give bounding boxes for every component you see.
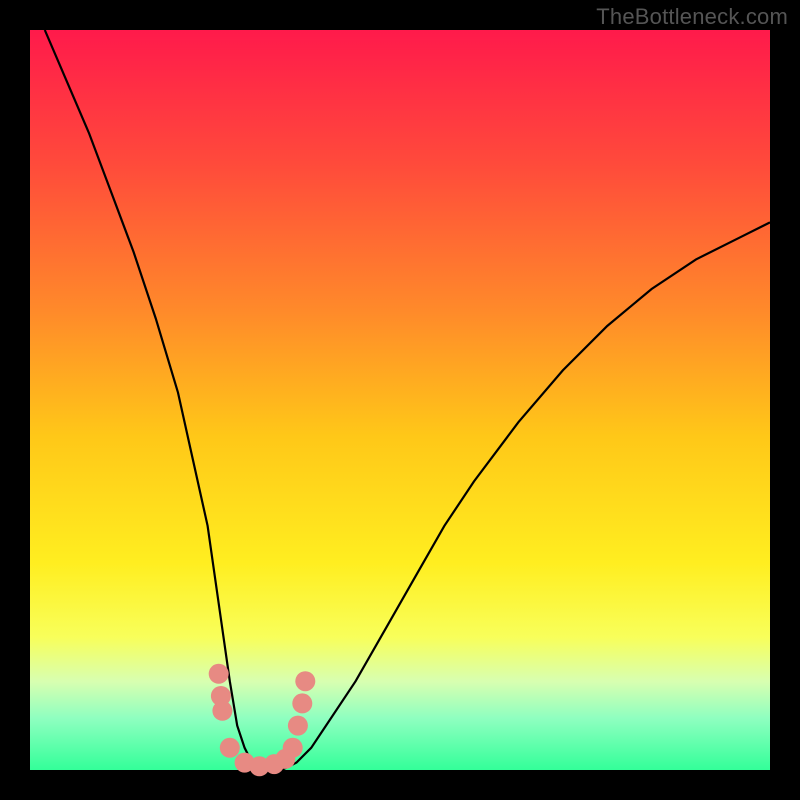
chart-frame: TheBottleneck.com <box>0 0 800 800</box>
curve-marker <box>209 664 229 684</box>
curve-marker <box>212 701 232 721</box>
curve-marker <box>288 716 308 736</box>
watermark-text: TheBottleneck.com <box>596 4 788 30</box>
curve-marker <box>220 738 240 758</box>
bottleneck-curve <box>45 30 770 770</box>
curve-marker <box>295 671 315 691</box>
curve-marker <box>292 693 312 713</box>
curve-marker <box>283 738 303 758</box>
chart-svg <box>30 30 770 770</box>
